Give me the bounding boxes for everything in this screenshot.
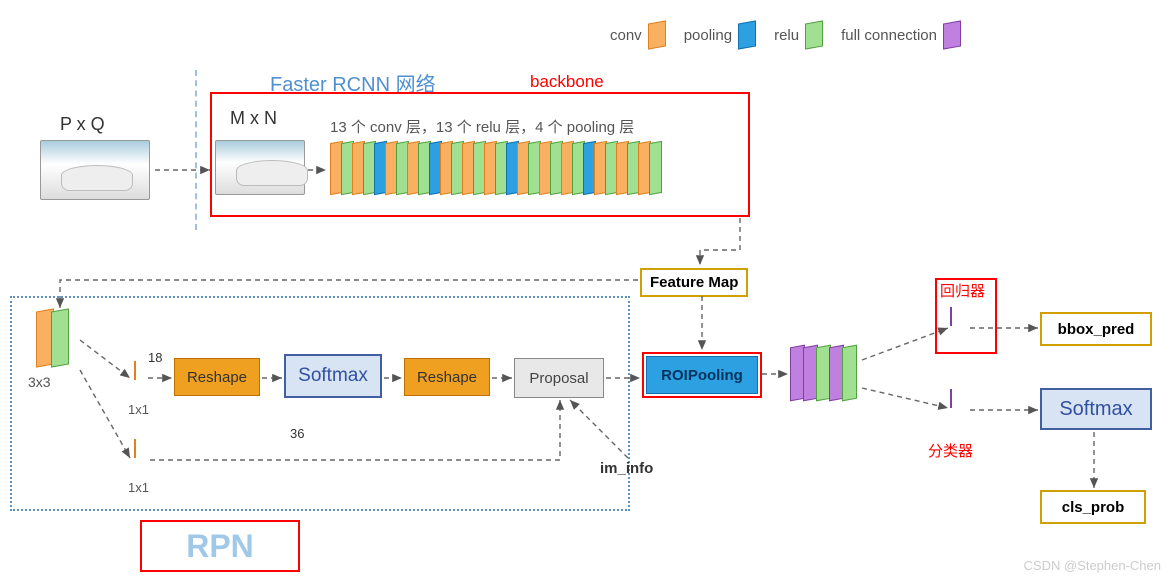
rpn-softmax-node: Softmax	[284, 354, 382, 398]
regressor-fc	[950, 308, 952, 326]
legend-relu-label: relu	[774, 27, 799, 44]
input-image-pq	[40, 140, 150, 200]
cls-prob-node: cls_prob	[1040, 490, 1146, 524]
legend-fc-label: full connection	[841, 27, 937, 44]
classifier-label: 分类器	[928, 440, 973, 461]
conv-icon	[648, 20, 666, 49]
rpn-box	[10, 296, 630, 511]
fc-stack	[790, 346, 855, 400]
rpn-36-label: 36	[290, 426, 304, 441]
classifier-fc	[950, 390, 952, 408]
legend: conv pooling relu full connection	[610, 22, 961, 48]
legend-pool-label: pooling	[684, 27, 732, 44]
fc-icon	[943, 20, 961, 49]
backbone-desc: 13 个 conv 层，13 个 relu 层，4 个 pooling 层	[330, 116, 634, 137]
head-softmax-node: Softmax	[1040, 388, 1152, 430]
backbone-layers	[330, 142, 660, 194]
rpn-1x1-reg-block	[134, 440, 136, 458]
rpn-label: RPN	[140, 520, 300, 572]
watermark: CSDN @Stephen-Chen	[1024, 558, 1161, 573]
im-info-label: im_info	[600, 460, 653, 477]
relu-icon	[805, 20, 823, 49]
proposal-node: Proposal	[514, 358, 604, 398]
reshape1-node: Reshape	[174, 358, 260, 396]
input-mn-label: M x N	[230, 108, 277, 129]
rpn-3x3-label: 3x3	[28, 374, 51, 390]
reshape2-node: Reshape	[404, 358, 490, 396]
input-pq-label: P x Q	[60, 114, 105, 135]
bbox-pred-node: bbox_pred	[1040, 312, 1152, 346]
feature-map-node: Feature Map	[640, 268, 748, 297]
rpn-18-label: 18	[148, 350, 162, 365]
legend-conv-label: conv	[610, 27, 642, 44]
regressor-label: 回归器	[940, 280, 985, 301]
separator	[195, 70, 197, 230]
rpn-1x1-cls-block	[134, 362, 136, 380]
roipool-node: ROIPooling	[646, 356, 758, 394]
rpn-1x1-cls-label: 1x1	[128, 402, 149, 417]
pooling-icon	[738, 20, 756, 49]
rpn-1x1-reg-label: 1x1	[128, 480, 149, 495]
rpn-3x3-block	[36, 310, 66, 366]
input-image-mn	[215, 140, 305, 195]
roipool-box: ROIPooling	[642, 352, 762, 398]
backbone-label: backbone	[530, 72, 604, 92]
